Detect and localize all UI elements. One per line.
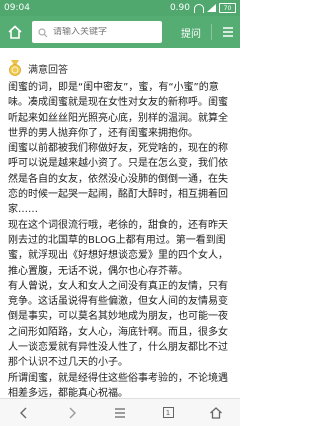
header-divider <box>211 24 212 40</box>
menu-lines-icon[interactable] <box>112 405 128 421</box>
forward-icon[interactable] <box>64 405 80 421</box>
battery-level: 70 <box>223 4 232 12</box>
medal-icon <box>8 60 22 76</box>
signal-icon <box>206 4 216 12</box>
content-paragraph: 闺蜜以前都被我们称做好友，死党啥的，现在的称呼可以说是越来越小资了。只是在怎么变… <box>8 143 228 216</box>
answer-header: 满意回答 <box>8 60 68 76</box>
tabs-count: 1 <box>162 407 174 418</box>
search-box[interactable] <box>32 21 162 43</box>
header: 提问 <box>0 16 240 48</box>
answer-content: 闺蜜的词，即是“闺中密友”，蜜，有“小蜜”的意味。凑成闺蜜就是现在女性对女友的新… <box>8 80 232 398</box>
status-bar: 09:04 0.90 70 <box>0 0 240 16</box>
home-icon[interactable] <box>6 23 24 41</box>
search-icon <box>38 23 48 42</box>
content-paragraph: 现在这个词很流行哦，老徐的，甜食的，还有昨天刚去过的北国草的BLOG上都有用过。… <box>8 219 228 277</box>
content-paragraph: 闺蜜的词，即是“闺中密友”，蜜，有“小蜜”的意味。凑成闺蜜就是现在女性对女友的新… <box>8 82 228 139</box>
battery-icon: 70 <box>219 3 236 13</box>
ask-button[interactable]: 提问 <box>181 25 201 40</box>
browser-bottom-bar: 1 <box>0 398 240 426</box>
back-icon[interactable] <box>16 405 32 421</box>
menu-icon[interactable] <box>222 26 234 38</box>
status-indicators: 0.90 70 <box>170 3 236 13</box>
search-input[interactable] <box>53 27 153 37</box>
home-nav-icon[interactable] <box>208 405 224 421</box>
answer-label: 满意回答 <box>28 64 68 76</box>
network-speed: 0.90 <box>169 3 190 13</box>
header-actions: 提问 <box>181 24 234 40</box>
content-paragraph: 所谓闺蜜，就是经得住这些俗事考验的，不论境遇相差多远，都能真心祝福。 <box>8 372 228 398</box>
tabs-button[interactable]: 1 <box>160 405 176 421</box>
content-paragraph: 有人曾说，女人和女人之间没有真正的友情，只有竞争。这话虽说得有些偏激，但女人间的… <box>8 280 228 369</box>
status-time: 09:04 <box>4 3 30 13</box>
wifi-icon <box>193 4 204 13</box>
